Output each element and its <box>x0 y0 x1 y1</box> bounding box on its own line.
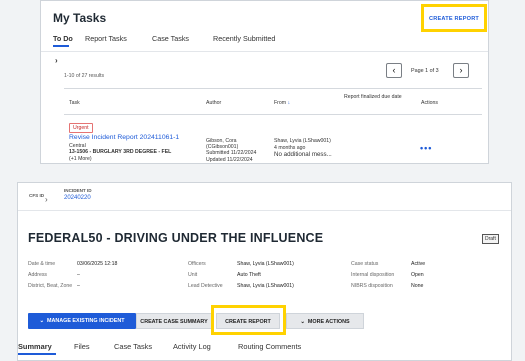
unit-value: Auto Theft <box>237 272 261 278</box>
nibrs-disposition-label: NIBRS disposition <box>351 283 393 289</box>
breadcrumb-incident-label: INCIDENT ID <box>64 188 92 193</box>
from-message: No additional mess... <box>274 151 332 158</box>
tab-to-do[interactable]: To Do <box>53 34 73 43</box>
create-report-button[interactable]: CREATE REPORT <box>429 16 479 22</box>
case-status-label: Case status <box>351 261 379 267</box>
breadcrumb-incident-id[interactable]: 20240220 <box>64 195 91 201</box>
address-value: – <box>77 272 80 278</box>
lead-detective-value: Shaw, Lyvia (LShaw001) <box>237 283 294 289</box>
divider <box>18 210 511 211</box>
column-header-from[interactable]: From ↓ <box>274 100 290 106</box>
officers-value: Shaw, Lyvia (LShaw001) <box>237 261 294 267</box>
from-name: Shaw, Lyvia (LShaw001) <box>274 138 331 144</box>
district-label: District, Beat, Zone <box>28 283 73 289</box>
lead-detective-label: Lead Detective <box>188 283 223 289</box>
status-badge: Draft <box>482 234 499 244</box>
create-report-button[interactable]: CREATE REPORT <box>216 313 280 329</box>
chevron-right-icon[interactable]: › <box>55 56 58 65</box>
next-page-button[interactable]: › <box>453 63 469 78</box>
divider <box>41 51 488 52</box>
author-updated: Updated 11/22/2024 <box>206 157 253 163</box>
internal-disposition-label: Internal disposition <box>351 272 395 278</box>
district-value: – <box>77 283 80 289</box>
task-offense: 13-1506 - BURGLARY 3RD DEGREE - FEL <box>69 149 172 155</box>
more-actions-icon[interactable]: ••• <box>420 143 432 153</box>
date-time-label: Date & time <box>28 261 56 267</box>
chevron-down-icon: ⌄ <box>300 319 305 325</box>
incident-panel: CFS ID › INCIDENT ID 20240220 FEDERAL50 … <box>17 182 512 361</box>
divider <box>64 114 482 115</box>
divider <box>64 88 482 89</box>
tab-summary[interactable]: Summary <box>18 342 52 351</box>
tab-routing-comments[interactable]: Routing Comments <box>238 342 301 351</box>
tab-recently-submitted[interactable]: Recently Submitted <box>213 34 275 43</box>
chevron-left-icon: ‹ <box>392 65 396 75</box>
task-title-link[interactable]: Revise Incident Report 202411061-1 <box>69 134 179 141</box>
author-submitted: Submitted 11/22/2024 <box>206 150 257 156</box>
incident-title: FEDERAL50 - DRIVING UNDER THE INFLUENCE <box>28 231 324 245</box>
results-count: 1-10 of 27 results <box>64 73 105 79</box>
my-tasks-panel: My Tasks To Do Report Tasks Case Tasks R… <box>40 0 489 164</box>
tab-files[interactable]: Files <box>74 342 90 351</box>
nibrs-disposition-value: None <box>411 283 424 289</box>
internal-disposition-value: Open <box>411 272 424 278</box>
active-tab-indicator <box>18 353 56 355</box>
chevron-down-icon: ⌄ <box>39 318 44 324</box>
date-time-value: 03/06/2025 12:18 <box>77 261 118 267</box>
chevron-right-icon: › <box>459 65 463 75</box>
previous-page-button[interactable]: ‹ <box>386 63 402 78</box>
column-header-due-date: Report finalized due date <box>344 94 402 100</box>
sort-arrow-icon: ↓ <box>287 100 291 106</box>
active-tab-indicator <box>53 45 69 47</box>
tab-report-tasks[interactable]: Report Tasks <box>85 34 127 43</box>
page-indicator: Page 1 of 3 <box>411 68 439 74</box>
manage-existing-incident-button[interactable]: ⌄ MANAGE EXISTING INCIDENT <box>28 313 136 329</box>
case-status-value: Active <box>411 261 426 267</box>
create-case-summary-button[interactable]: CREATE CASE SUMMARY <box>136 313 212 329</box>
task-more: (+1 More) <box>69 156 92 162</box>
page-title: My Tasks <box>53 11 107 25</box>
breadcrumb-cfs-id[interactable]: CFS ID <box>29 193 44 198</box>
column-header-task: Task <box>69 100 80 106</box>
more-actions-button[interactable]: ⌄ MORE ACTIONS <box>286 313 364 329</box>
chevron-right-icon: › <box>45 195 48 204</box>
urgent-badge: Urgent <box>69 123 93 133</box>
column-header-author: Author <box>206 100 222 106</box>
officers-label: Officers <box>188 261 206 267</box>
column-header-actions: Actions <box>421 100 439 106</box>
tab-case-tasks[interactable]: Case Tasks <box>152 34 189 43</box>
more-actions-label: MORE ACTIONS <box>307 319 350 325</box>
tab-activity-log[interactable]: Activity Log <box>173 342 211 351</box>
unit-label: Unit <box>188 272 198 278</box>
column-header-from-label: From <box>274 100 287 106</box>
manage-button-label: MANAGE EXISTING INCIDENT <box>46 318 125 324</box>
tab-case-tasks[interactable]: Case Tasks <box>114 342 152 351</box>
address-label: Address <box>28 272 48 278</box>
